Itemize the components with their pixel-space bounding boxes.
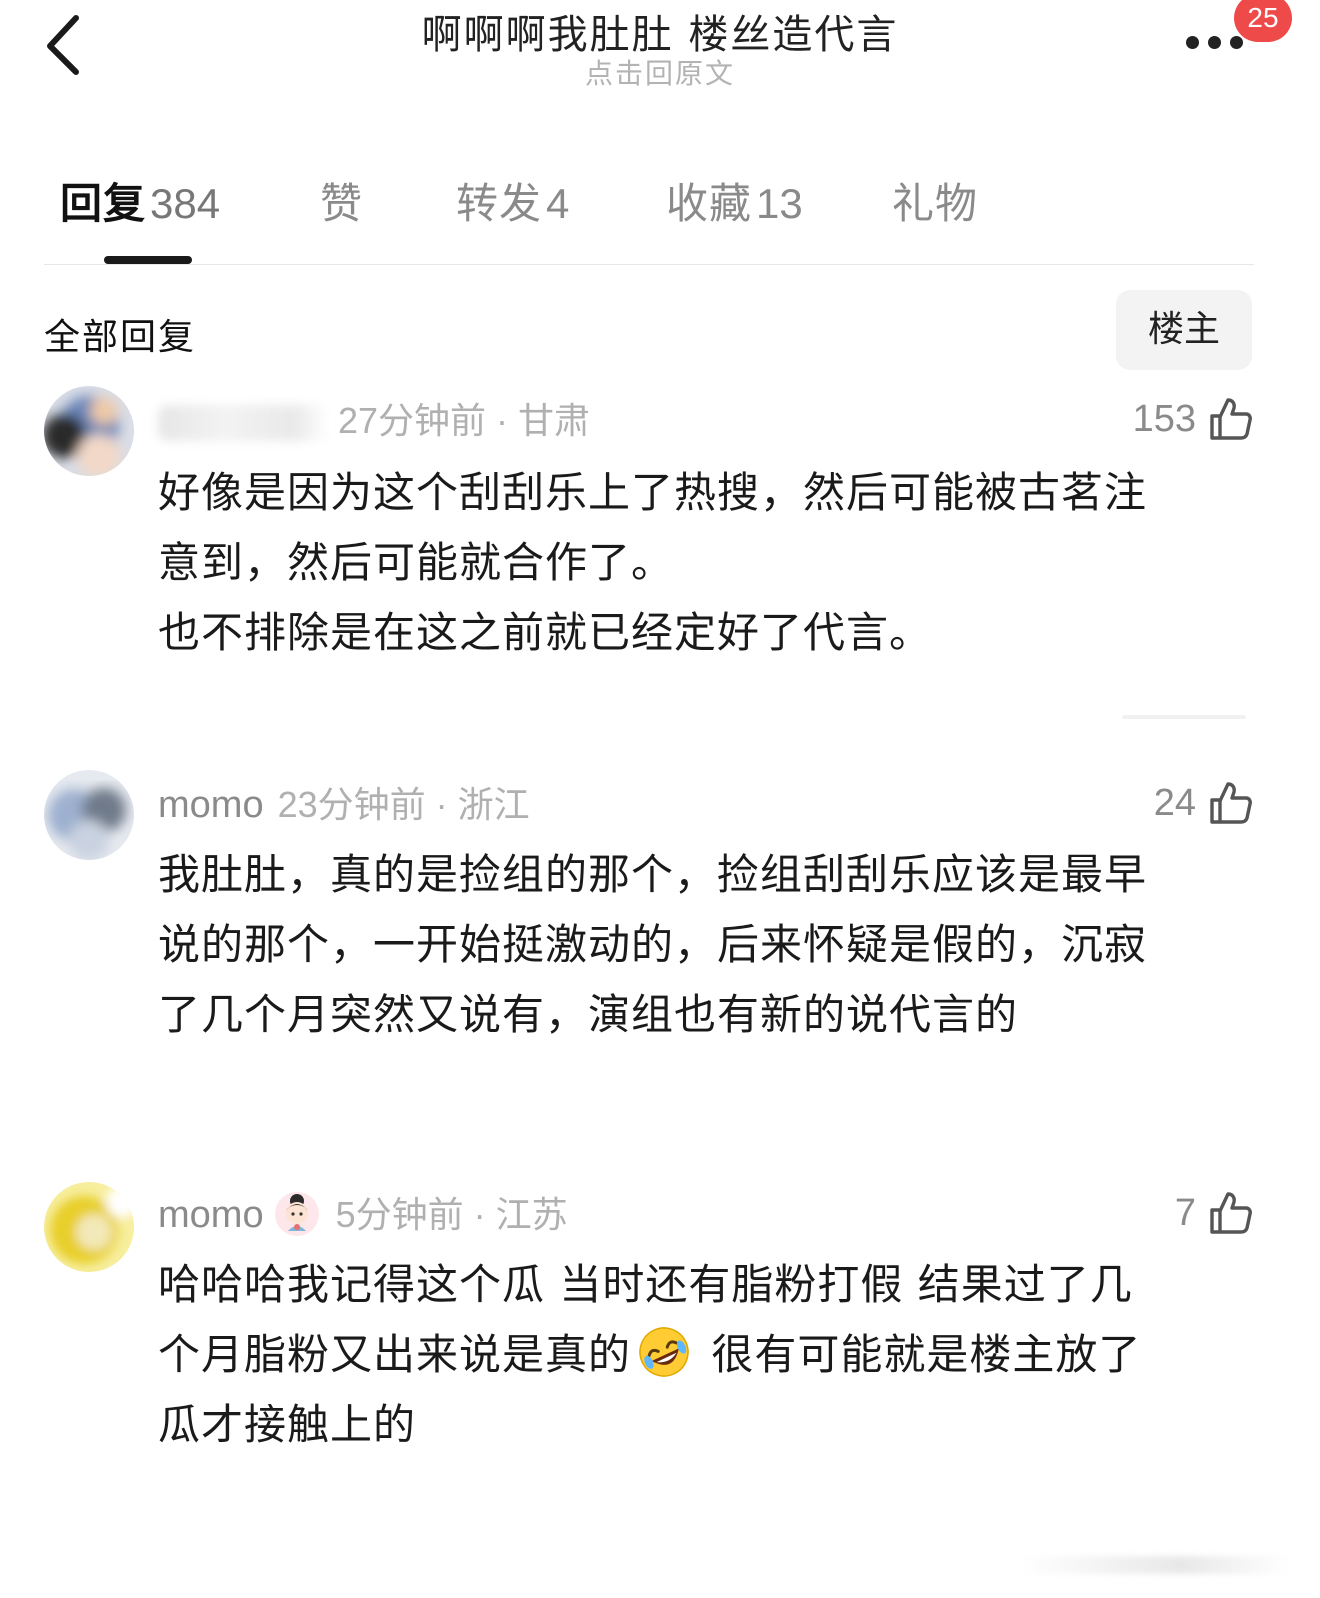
thumbs-up-icon — [1210, 1192, 1252, 1234]
like-button[interactable]: 153 — [1133, 394, 1254, 444]
blurred-username — [158, 404, 328, 441]
comment-time: 5分钟前 — [335, 1194, 464, 1235]
comment-location: 甘肃 — [518, 400, 591, 441]
comment-text: 个月脂粉又出来说是真的 — [158, 1330, 632, 1379]
tab-label: 转发 — [456, 180, 543, 227]
divider — [1122, 715, 1246, 719]
like-count: 7 — [1174, 1191, 1196, 1234]
view-original-link[interactable]: 点击回原文 — [460, 52, 860, 92]
comment-time: 23分钟前 — [277, 784, 426, 825]
like-count: 24 — [1153, 781, 1196, 824]
comment-location: 浙江 — [457, 784, 530, 825]
comment-body: 我肚肚，真的是捡组的那个，捡组刮刮乐应该是最早 说的那个，一开始挺激动的，后来怀… — [158, 840, 1248, 1050]
comment-item: 27分钟前 · 甘肃 153 好像是因为这个刮刮乐上了热搜，然后可能被古茗注 意… — [0, 372, 1320, 692]
username[interactable]: momo — [158, 1194, 264, 1236]
tab-count: 4 — [546, 180, 570, 227]
op-filter-button[interactable]: 楼主 — [1116, 290, 1252, 370]
more-dot — [1230, 36, 1243, 49]
rolling-laughing-emoji — [639, 1327, 689, 1377]
avatar-image — [44, 770, 134, 860]
comment-item: momo 5分钟前 · 江苏 7 哈哈哈我记得这个瓜 当时还有脂粉打假 结果过了… — [0, 1166, 1320, 1496]
meta-separator: · — [486, 400, 519, 441]
thumbs-up-icon — [1210, 782, 1252, 824]
comment-line: 了几个月突然又说有，演组也有新的说代言的 — [158, 990, 1019, 1039]
tab-count: 384 — [150, 180, 221, 227]
avatar[interactable] — [44, 386, 134, 476]
comment-line: 瓜才接触上的 — [158, 1400, 417, 1449]
divider — [44, 264, 1254, 265]
comment-meta: momo 5分钟前 · 江苏 — [158, 1186, 568, 1236]
tab-favorites[interactable]: 收藏13 — [666, 170, 803, 231]
avatar-image — [44, 1182, 134, 1272]
tab-likes[interactable]: 赞 — [320, 170, 363, 231]
tab-label: 礼物 — [892, 180, 979, 227]
active-tab-indicator — [104, 256, 192, 264]
more-dot — [1208, 36, 1221, 49]
like-button[interactable]: 24 — [1154, 778, 1254, 828]
tab-label: 赞 — [320, 180, 364, 227]
tab-label: 收藏 — [666, 180, 753, 227]
like-button[interactable]: 7 — [1175, 1188, 1254, 1238]
thumbs-up-icon — [1210, 398, 1252, 440]
comment-text: 很有可能就是楼主放了 — [697, 1330, 1142, 1379]
tab-reposts[interactable]: 转发4 — [456, 170, 569, 231]
comment-location: 江苏 — [495, 1194, 568, 1235]
section-title: 全部回复 — [44, 317, 197, 358]
home-indicator — [1020, 1556, 1290, 1574]
comment-line: 说的那个，一开始挺激动的，后来怀疑是假的，沉寂 — [158, 920, 1148, 969]
comment-meta: 27分钟前 · 甘肃 — [158, 392, 590, 442]
tab-count: 13 — [756, 180, 803, 227]
username[interactable]: momo — [158, 784, 264, 826]
back-button[interactable] — [40, 8, 100, 80]
tab-label: 回复 — [60, 180, 147, 227]
user-badge-icon — [274, 1192, 319, 1236]
comment-body: 好像是因为这个刮刮乐上了热搜，然后可能被古茗注 意到，然后可能就合作了。 也不排… — [158, 458, 1248, 668]
chevron-left-icon — [47, 15, 79, 75]
comment-line: 也不排除是在这之前就已经定好了代言。 — [158, 608, 933, 657]
tab-gifts[interactable]: 礼物 — [892, 170, 978, 231]
tab-replies[interactable]: 回复384 — [60, 170, 220, 231]
more-dots-icon — [1186, 36, 1199, 49]
avatar[interactable] — [44, 770, 134, 860]
comment-line: 好像是因为这个刮刮乐上了热搜，然后可能被古茗注 — [158, 468, 1148, 517]
meta-separator: · — [425, 784, 458, 825]
avatar[interactable] — [44, 1182, 134, 1272]
comment-meta: momo 23分钟前 · 浙江 — [158, 776, 530, 826]
comment-line: 我肚肚，真的是捡组的那个，捡组刮刮乐应该是最早 — [158, 850, 1148, 899]
comment-time: 27分钟前 — [338, 400, 487, 441]
comment-line: 意到，然后可能就合作了。 — [158, 538, 675, 587]
like-count: 153 — [1132, 397, 1196, 440]
tab-bar: 回复384 赞 转发4 收藏13 礼物 — [0, 170, 1320, 240]
avatar-image — [44, 386, 134, 476]
comment-page: 啊啊啊我肚肚 楼丝造代言 点击回原文 25 回复384 赞 转发4 收藏13 礼… — [0, 0, 1320, 1598]
notification-badge: 25 — [1234, 0, 1292, 42]
comment-item: momo 23分钟前 · 浙江 24 我肚肚，真的是捡组的那个，捡组刮刮乐应该是最… — [0, 756, 1320, 1076]
meta-separator: · — [463, 1194, 496, 1235]
comment-line: 个月脂粉又出来说是真的 很有可能就是楼主放了 — [158, 1320, 1248, 1390]
comment-line: 哈哈哈我记得这个瓜 当时还有脂粉打假 结果过了几 — [158, 1260, 1133, 1309]
comment-body: 哈哈哈我记得这个瓜 当时还有脂粉打假 结果过了几 个月脂粉又出来说是真的 很有可… — [158, 1250, 1248, 1460]
